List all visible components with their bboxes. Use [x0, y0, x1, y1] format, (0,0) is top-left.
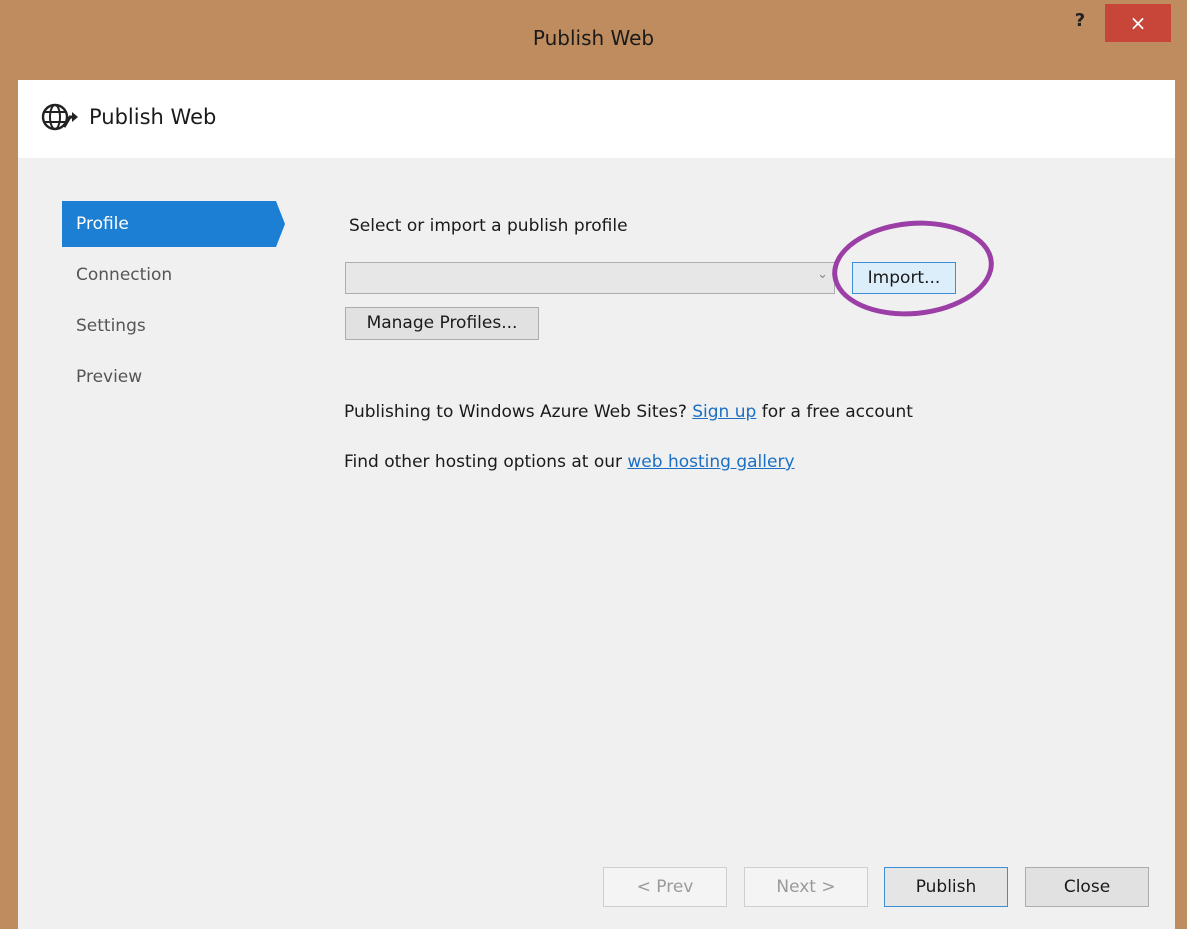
title-bar[interactable]: Publish Web ? × — [0, 0, 1187, 80]
chevron-down-icon: ⌄ — [817, 267, 828, 282]
manage-profiles-button[interactable]: Manage Profiles... — [345, 307, 539, 340]
publish-web-dialog: Publish Web ? × Publish Web Profile Conn — [0, 0, 1187, 929]
prev-button[interactable]: < Prev — [603, 867, 727, 907]
wizard-nav: Profile Connection Settings Preview — [62, 201, 292, 405]
nav-item-profile[interactable]: Profile — [62, 201, 292, 252]
nav-item-label: Connection — [76, 265, 173, 285]
hosting-options-text: Find other hosting options at our web ho… — [344, 452, 795, 472]
globe-publish-icon — [41, 103, 78, 131]
nav-item-label: Preview — [76, 367, 143, 387]
dialog-body: Publish Web Profile Connection Settings … — [18, 80, 1175, 929]
help-button[interactable]: ? — [1062, 10, 1098, 36]
azure-suffix: for a free account — [756, 402, 913, 422]
publish-button[interactable]: Publish — [884, 867, 1008, 907]
nav-item-connection[interactable]: Connection — [62, 252, 292, 303]
azure-signup-text: Publishing to Windows Azure Web Sites? S… — [344, 402, 913, 422]
header-title: Publish Web — [89, 105, 217, 129]
nav-item-label: Settings — [76, 316, 146, 336]
annotation-circle — [828, 214, 998, 323]
profile-heading: Select or import a publish profile — [349, 216, 628, 236]
profile-select[interactable]: ⌄ — [345, 262, 835, 294]
azure-prefix: Publishing to Windows Azure Web Sites? — [344, 402, 693, 422]
nav-item-settings[interactable]: Settings — [62, 303, 292, 354]
window-title: Publish Web — [532, 26, 655, 50]
web-hosting-gallery-link[interactable]: web hosting gallery — [627, 452, 794, 472]
window-close-button[interactable]: × — [1105, 4, 1171, 42]
nav-active-arrow — [276, 201, 285, 247]
close-button[interactable]: Close — [1025, 867, 1149, 907]
dialog-header: Publish Web — [18, 80, 1175, 158]
next-button[interactable]: Next > — [744, 867, 868, 907]
hosting-prefix: Find other hosting options at our — [344, 452, 628, 472]
nav-item-preview[interactable]: Preview — [62, 354, 292, 405]
nav-item-label: Profile — [76, 214, 129, 234]
sign-up-link[interactable]: Sign up — [692, 402, 756, 422]
